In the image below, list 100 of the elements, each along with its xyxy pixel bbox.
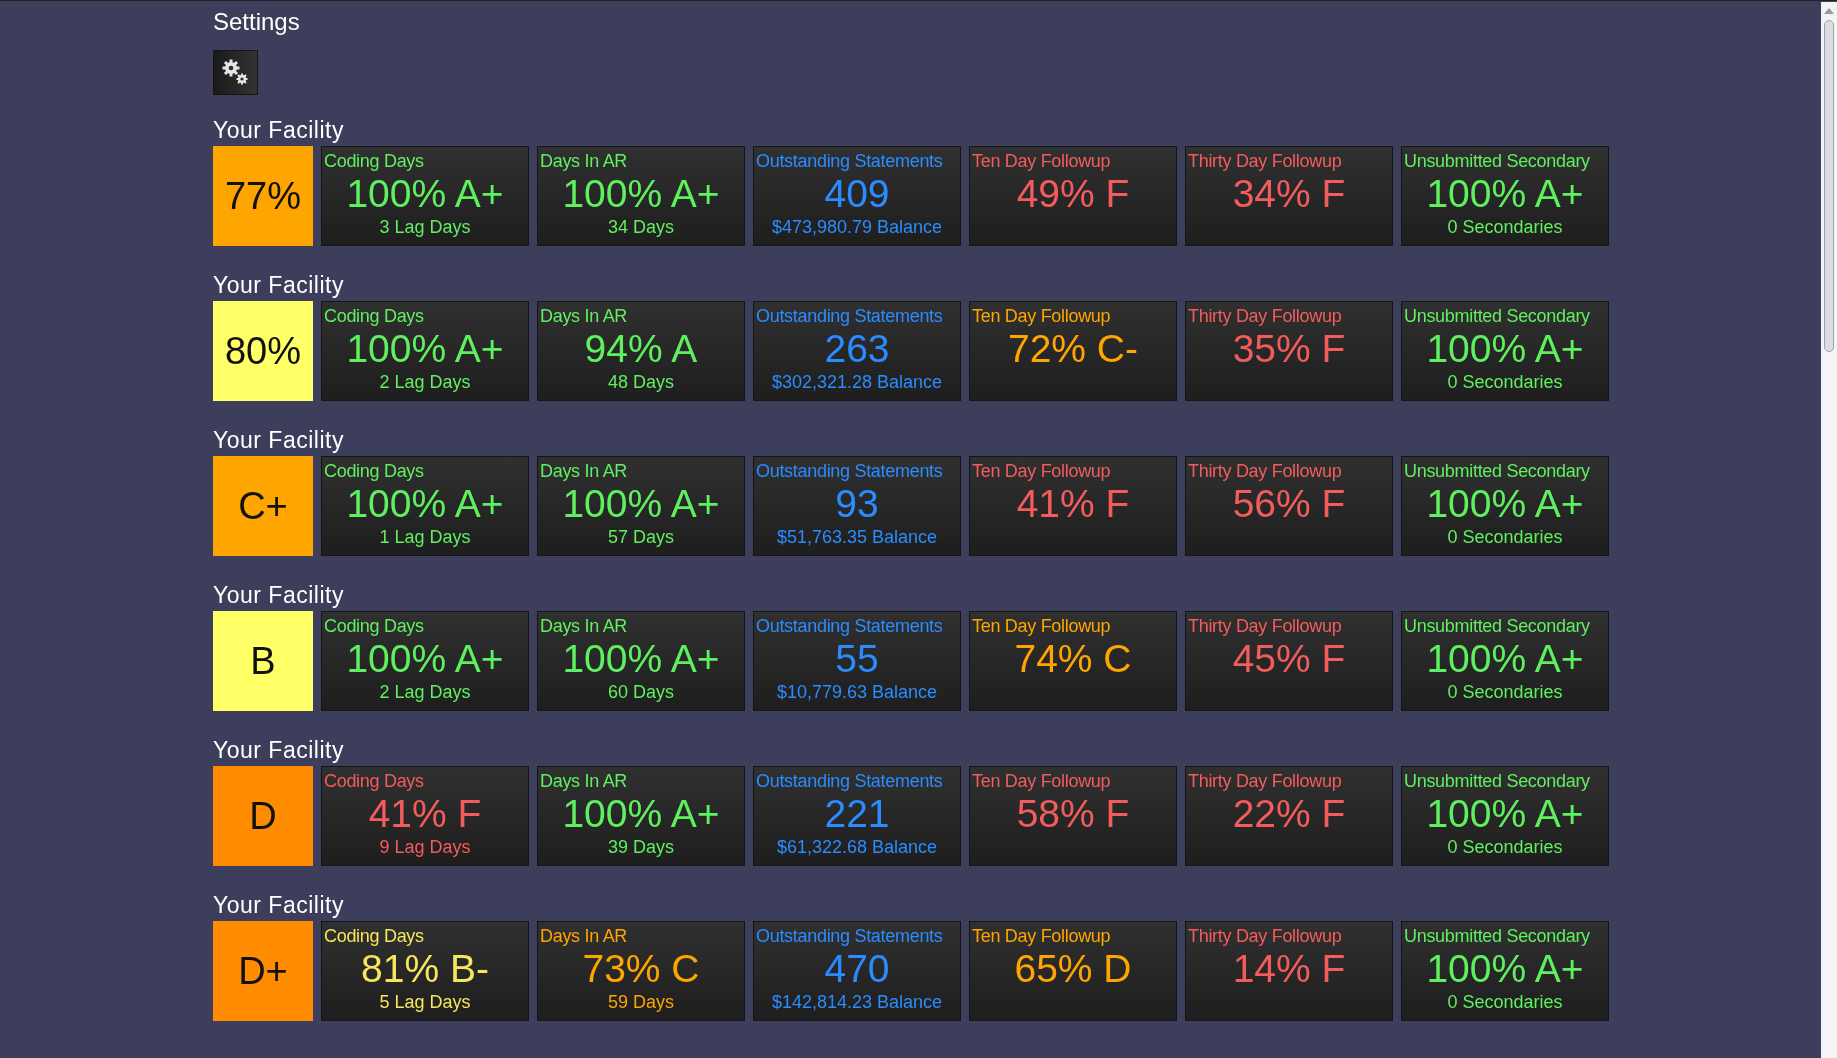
metric-label: Thirty Day Followup [1188,460,1342,482]
metric-detail: $473,980.79 Balance [771,216,943,238]
metric-label: Outstanding Statements [756,150,943,172]
metric-value: 81% B- [361,947,489,991]
grade-tile: D+ [213,921,313,1021]
metric-label: Coding Days [324,615,424,637]
metric-label: Coding Days [324,770,424,792]
grade-tile: 77% [213,146,313,246]
metric-value: 35% F [1232,327,1346,371]
metric-value: 72% C- [1007,327,1138,371]
grade-tile: B [213,611,313,711]
metric-value: 34% F [1232,172,1346,216]
metric-value: 100% A+ [1426,637,1584,681]
metric-detail: 2 Lag Days [379,371,471,393]
metric-detail: 34 Days [607,216,674,238]
metric-label: Thirty Day Followup [1188,150,1342,172]
scrollbar[interactable] [1821,2,1837,1058]
metric-detail: 48 Days [607,371,674,393]
metric-detail: $10,779.63 Balance [776,681,938,703]
metric-label: Ten Day Followup [972,305,1111,327]
page-title: Settings [213,7,300,37]
metric-value: 100% A+ [346,327,504,371]
metric-value: 100% A+ [562,637,720,681]
metric-value: 56% F [1232,482,1346,526]
metric-label: Thirty Day Followup [1188,615,1342,637]
metric-label: Thirty Day Followup [1188,770,1342,792]
metric-label: Unsubmitted Secondary [1404,150,1590,172]
metric-value: 100% A+ [562,792,720,836]
settings-button[interactable] [213,50,258,95]
metric-label: Days In AR [540,305,628,327]
metric-value: 263 [824,327,890,371]
metric-value: 409 [824,172,890,216]
metric-label: Unsubmitted Secondary [1404,460,1590,482]
metric-value: 100% A+ [346,172,504,216]
metric-detail: 59 Days [607,991,674,1013]
metric-detail: 57 Days [607,526,674,548]
metric-detail: 3 Lag Days [379,216,471,238]
metric-label: Coding Days [324,150,424,172]
metric-label: Coding Days [324,925,424,947]
metric-value: 100% A+ [1426,482,1584,526]
metric-label: Unsubmitted Secondary [1404,925,1590,947]
metric-value: 94% A [584,327,698,371]
metric-label: Ten Day Followup [972,615,1111,637]
metric-value: 22% F [1232,792,1346,836]
metric-label: Days In AR [540,925,628,947]
metric-label: Ten Day Followup [972,150,1111,172]
facility-name: Your Facility [213,891,345,920]
metric-value: 58% F [1016,792,1130,836]
metric-label: Outstanding Statements [756,460,943,482]
metric-label: Days In AR [540,770,628,792]
grade-tile: D [213,766,313,866]
metric-value: 100% A+ [1426,327,1584,371]
metric-value: 100% A+ [1426,947,1584,991]
metric-label: Coding Days [324,460,424,482]
metric-value: 41% F [368,792,482,836]
metric-value: 100% A+ [1426,792,1584,836]
facility-name: Your Facility [213,426,345,455]
metric-value: 45% F [1232,637,1346,681]
metric-detail: $302,321.28 Balance [771,371,943,393]
metric-label: Outstanding Statements [756,925,943,947]
metric-label: Coding Days [324,305,424,327]
scroll-up-icon[interactable] [1824,8,1834,14]
metric-label: Days In AR [540,150,628,172]
scrollbar-thumb[interactable] [1824,20,1834,352]
metric-value: 221 [824,792,890,836]
metric-detail: 0 Secondaries [1447,836,1563,858]
metric-value: 93 [835,482,879,526]
metric-detail: 1 Lag Days [379,526,471,548]
facility-name: Your Facility [213,581,345,610]
metric-value: 100% A+ [562,482,720,526]
facility-name: Your Facility [213,271,345,300]
metric-value: 100% A+ [562,172,720,216]
metric-value: 41% F [1016,482,1130,526]
metric-detail: 0 Secondaries [1447,526,1563,548]
metric-value: 100% A+ [346,482,504,526]
metric-detail: $142,814.23 Balance [771,991,943,1013]
facility-name: Your Facility [213,736,345,765]
grade-tile: 80% [213,301,313,401]
metric-label: Ten Day Followup [972,460,1111,482]
metric-value: 55 [835,637,879,681]
facility-name: Your Facility [213,116,345,145]
metric-value: 470 [824,947,890,991]
metric-detail: 39 Days [607,836,674,858]
metric-detail: 0 Secondaries [1447,681,1563,703]
metric-value: 49% F [1016,172,1130,216]
metric-value: 14% F [1232,947,1346,991]
metric-detail: 5 Lag Days [379,991,471,1013]
metric-value: 65% D [1014,947,1132,991]
metric-label: Days In AR [540,615,628,637]
metric-value: 100% A+ [1426,172,1584,216]
metric-detail: 0 Secondaries [1447,216,1563,238]
metric-label: Outstanding Statements [756,615,943,637]
metric-label: Ten Day Followup [972,925,1111,947]
metric-label: Days In AR [540,460,628,482]
metric-label: Unsubmitted Secondary [1404,770,1590,792]
settings-icon [220,57,251,88]
metric-value: 73% C [582,947,700,991]
metric-detail: 9 Lag Days [379,836,471,858]
metric-detail: $61,322.68 Balance [776,836,938,858]
grade-tile: C+ [213,456,313,556]
